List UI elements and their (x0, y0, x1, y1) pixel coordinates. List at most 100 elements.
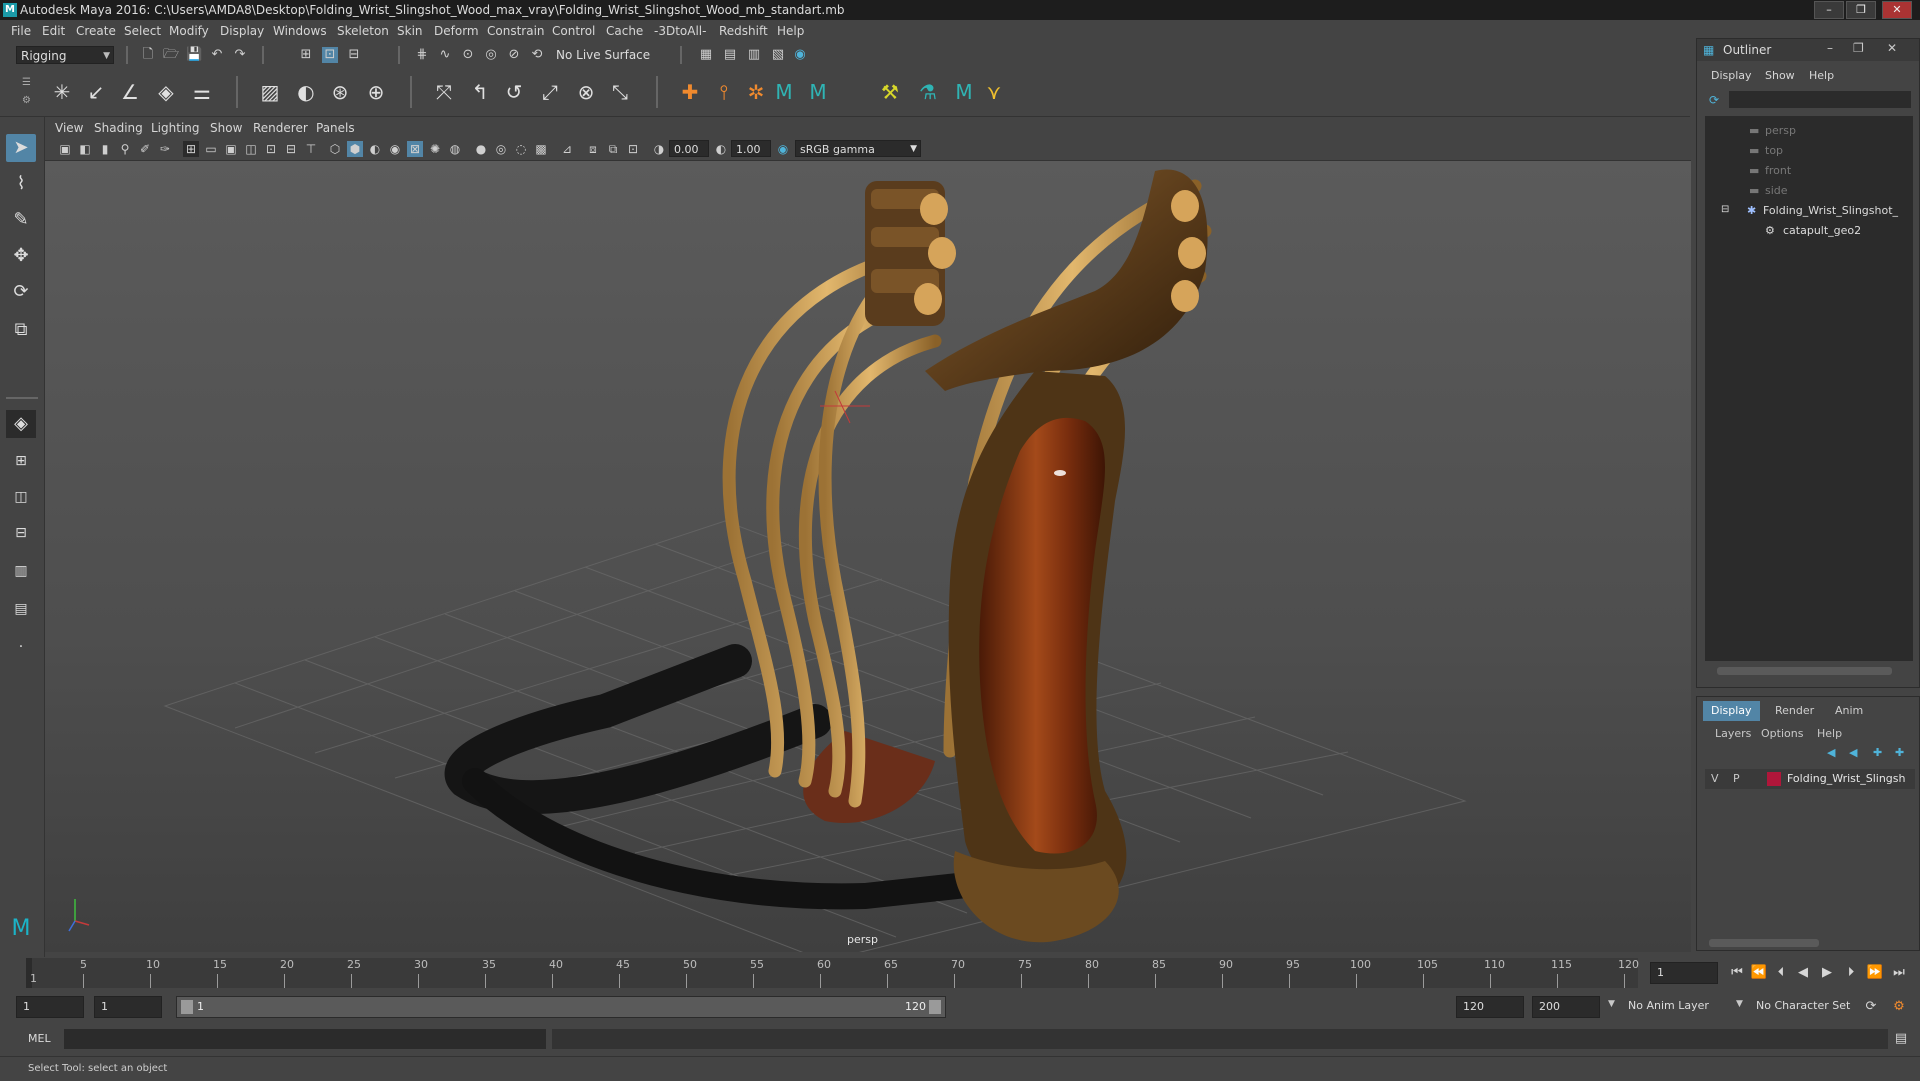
range-slider[interactable]: 1 120 (176, 996, 946, 1018)
step-forward-frame-icon[interactable]: ⏵ (1842, 964, 1860, 982)
menu-control[interactable]: Control (552, 20, 595, 42)
exposure-icon[interactable]: ◑ (651, 141, 667, 157)
pole-vector-icon[interactable]: ⤡ (606, 78, 634, 106)
set-driven-key-icon[interactable]: ⫯ (710, 78, 738, 106)
layer-visibility-toggle[interactable]: V (1711, 772, 1719, 785)
snap-view-plane-icon[interactable]: ◎ (483, 47, 499, 63)
panel-menu-view[interactable]: View (55, 118, 83, 138)
camera-attributes-icon[interactable]: ◧ (77, 141, 93, 157)
undo-icon[interactable]: ↶ (209, 47, 225, 63)
ipr-render-icon[interactable]: ▥ (746, 47, 762, 63)
outliner-item-side[interactable]: side (1765, 184, 1788, 197)
outliner-menu-help[interactable]: Help (1809, 69, 1834, 82)
render-frame-icon[interactable]: ▤ (722, 47, 738, 63)
menu-select[interactable]: Select (124, 20, 161, 42)
start-time-field[interactable]: 1 (16, 996, 84, 1018)
snap-curve-icon[interactable]: ∿ (437, 47, 453, 63)
paint-select-tool-icon[interactable]: ✎ (6, 206, 36, 234)
scale-tool-icon[interactable]: ⧉ (6, 316, 36, 344)
wireframe-on-shaded-icon[interactable]: ⊠ (407, 141, 423, 157)
outliner-menu-show[interactable]: Show (1765, 69, 1795, 82)
collapse-icon[interactable]: ⊟ (1721, 204, 1729, 215)
smooth-bind-icon[interactable]: ◐ (292, 78, 320, 106)
screen-space-ao-icon[interactable]: ● (473, 141, 489, 157)
tab-anim[interactable]: Anim (1827, 701, 1871, 721)
new-layer-selected-icon[interactable]: ✚ (1895, 746, 1904, 759)
panel-menu-panels[interactable]: Panels (316, 118, 355, 138)
menu-create[interactable]: Create (76, 20, 116, 42)
menu-constrain[interactable]: Constrain (487, 20, 545, 42)
shadows-icon[interactable]: ◍ (447, 141, 463, 157)
gate-mask-icon[interactable]: ◫ (243, 141, 259, 157)
bookmark-icon[interactable]: ▮ (97, 141, 113, 157)
save-scene-icon[interactable]: 💾 (186, 47, 202, 63)
outliner-item-mesh[interactable]: catapult_geo2 (1783, 224, 1861, 237)
sculpt-icon[interactable]: ⚗ (914, 78, 942, 106)
shelf-gear-icon[interactable]: ⚙ (22, 96, 31, 106)
joint-tool-icon[interactable]: ✳ (48, 78, 76, 106)
orient-constraint-icon[interactable]: ↺ (500, 78, 528, 106)
go-to-end-icon[interactable]: ⏭ (1890, 964, 1908, 982)
anim-layer-dropdown[interactable]: No Anim Layer (1622, 996, 1742, 1018)
menu-file[interactable]: File (11, 20, 31, 42)
menu-redshift[interactable]: Redshift (719, 20, 768, 42)
hair-icon[interactable]: M (950, 78, 978, 106)
playback-end-field[interactable]: 120 (1456, 996, 1524, 1018)
menu-edit[interactable]: Edit (42, 20, 65, 42)
cluster-icon[interactable]: ⊕ (362, 78, 390, 106)
layout-graph-icon[interactable]: ▤ (6, 595, 36, 623)
menu-skin[interactable]: Skin (397, 20, 423, 42)
use-all-lights-icon[interactable]: ✺ (427, 141, 443, 157)
layer-menu-layers[interactable]: Layers (1715, 727, 1751, 740)
script-language-label[interactable]: MEL (28, 1032, 51, 1045)
panel-menu-lighting[interactable]: Lighting (151, 118, 200, 138)
snap-grid-icon[interactable]: ⋕ (414, 47, 430, 63)
go-to-start-icon[interactable]: ⏮ (1728, 964, 1746, 982)
maya-m-alt-icon[interactable]: M (804, 78, 832, 106)
muscle-icon[interactable]: ⋎ (980, 78, 1008, 106)
isolate-select-icon[interactable]: ⊿ (559, 141, 575, 157)
lasso-tool-icon[interactable]: ⌇ (6, 170, 36, 198)
horizontal-scrollbar[interactable] (1717, 667, 1892, 675)
range-start-handle[interactable] (181, 1000, 193, 1014)
new-layer-icon[interactable]: ✚ (1873, 746, 1882, 759)
panel-menu-renderer[interactable]: Renderer (253, 118, 308, 138)
snap-point-icon[interactable]: ⊙ (460, 47, 476, 63)
horizontal-scrollbar[interactable] (1709, 939, 1819, 947)
layer-color-swatch[interactable] (1767, 772, 1781, 786)
maximize-button[interactable]: ❐ (1846, 1, 1876, 19)
camera-select-icon[interactable]: ▣ (57, 141, 73, 157)
resolution-gate-icon[interactable]: ▣ (223, 141, 239, 157)
layer-menu-help[interactable]: Help (1817, 727, 1842, 740)
close-button[interactable]: ✕ (1882, 1, 1912, 19)
color-space-dropdown[interactable]: sRGB gamma ▼ (795, 140, 921, 157)
open-scene-icon[interactable]: 🗁 (163, 47, 179, 63)
film-gate-icon[interactable]: ▭ (203, 141, 219, 157)
insert-joint-icon[interactable]: ◈ (152, 78, 180, 106)
redo-icon[interactable]: ↷ (232, 47, 248, 63)
lattice-icon[interactable]: ⊛ (326, 78, 354, 106)
close-icon[interactable]: ✕ (1887, 41, 1897, 55)
hypershade-icon[interactable]: ◉ (792, 47, 808, 63)
parent-constraint-icon[interactable]: ⊗ (572, 78, 600, 106)
scale-constraint-icon[interactable]: ⤢ (536, 78, 564, 106)
shelf-menu-icon[interactable]: ☰ (22, 78, 31, 88)
layout-stacked-icon[interactable]: ⊟ (6, 519, 36, 547)
play-backward-icon[interactable]: ◀ (1794, 964, 1812, 982)
command-input[interactable] (64, 1029, 546, 1049)
make-live-icon[interactable]: ⟲ (529, 47, 545, 63)
menu-set-dropdown[interactable]: Rigging ▼ (16, 46, 114, 64)
layout-outliner-icon[interactable]: ▥ (6, 557, 36, 585)
field-chart-icon[interactable]: ⊡ (263, 141, 279, 157)
tab-render[interactable]: Render (1767, 701, 1822, 721)
menu-modify[interactable]: Modify (169, 20, 209, 42)
outliner-item-front[interactable]: front (1765, 164, 1791, 177)
smooth-shade-icon[interactable]: ⬢ (347, 141, 363, 157)
step-back-key-icon[interactable]: ⏪ (1750, 964, 1768, 982)
menu-skeleton[interactable]: Skeleton (337, 20, 389, 42)
render-settings-icon[interactable]: ▦ (698, 47, 714, 63)
ik-handle-icon[interactable]: ↙ (82, 78, 110, 106)
script-editor-icon[interactable]: ▤ (1892, 1030, 1910, 1048)
motion-blur-icon[interactable]: ◎ (493, 141, 509, 157)
mirror-joint-icon[interactable]: ⚌ (188, 78, 216, 106)
